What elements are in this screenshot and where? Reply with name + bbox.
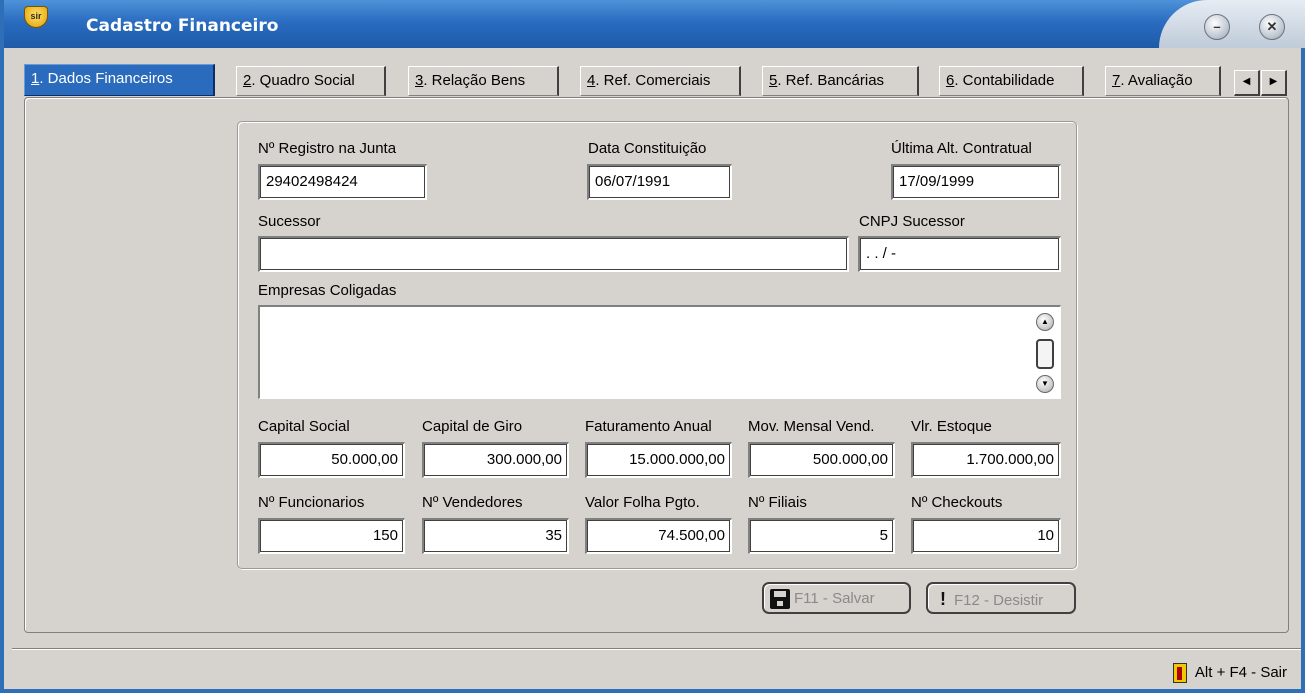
coligadas-label: Empresas Coligadas [258,282,397,299]
close-icon[interactable]: ✕ [1259,14,1285,40]
ultima-alt-field[interactable]: 17/09/1999 [891,164,1061,200]
folha-label: Valor Folha Pgto. [585,494,700,511]
sir-app-icon[interactable]: sir [24,6,48,28]
title-bar: sir Cadastro Financeiro – ✕ [4,0,1305,48]
ultima-alt-label: Última Alt. Contratual [891,140,1032,157]
tab-scroll-left-icon[interactable]: ◀ [1234,70,1260,96]
floppy-disk-icon [770,589,790,609]
status-separator [12,648,1301,650]
minimize-icon[interactable]: – [1204,14,1230,40]
sucessor-field[interactable] [258,236,849,272]
coligadas-textarea[interactable]: ▲ ▼ [258,305,1061,399]
filiais-field[interactable]: 5 [748,518,895,554]
tab-avaliacao[interactable]: 7. Avaliação [1105,66,1221,96]
window-title: Cadastro Financeiro [86,16,279,36]
faturamento-field[interactable]: 15.000.000,00 [585,442,732,478]
mov-mensal-field[interactable]: 500.000,00 [748,442,895,478]
filiais-label: Nº Filiais [748,494,807,511]
tab-relacao-bens[interactable]: 3. Relação Bens [408,66,559,96]
tab-quadro-social[interactable]: 2. Quadro Social [236,66,386,96]
main-window: sir Cadastro Financeiro – ✕ 1. Dados Fin… [0,0,1305,693]
faturamento-label: Faturamento Anual [585,418,712,435]
registro-label: Nº Registro na Junta [258,140,397,157]
constituicao-field[interactable]: 06/07/1991 [587,164,732,200]
capital-giro-field[interactable]: 300.000,00 [422,442,569,478]
funcionarios-label: Nº Funcionarios [258,494,365,511]
estoque-field[interactable]: 1.700.000,00 [911,442,1061,478]
exit-shortcut-label: Alt + F4 - Sair [1194,663,1287,681]
checkouts-label: Nº Checkouts [911,494,1003,511]
scroll-thumb[interactable] [1036,339,1054,369]
save-button-label: F11 - Salvar [794,589,875,607]
save-button[interactable]: F11 - Salvar [762,582,911,614]
tab-scroll: ◀ ▶ [1234,70,1290,96]
capital-giro-label: Capital de Giro [422,418,523,435]
exit-door-icon [1172,663,1187,683]
funcionarios-field[interactable]: 150 [258,518,405,554]
tab-ref-bancarias[interactable]: 5. Ref. Bancárias [762,66,919,96]
tab-scroll-right-icon[interactable]: ▶ [1261,70,1287,96]
vendedores-field[interactable]: 35 [422,518,569,554]
tab-ref-comerciais[interactable]: 4. Ref. Comerciais [580,66,741,96]
cancel-button[interactable]: ! F12 - Desistir [926,582,1076,614]
exclamation-icon: ! [940,589,946,609]
capital-social-label: Capital Social [258,418,350,435]
cnpj-sucessor-field[interactable]: . . / - [858,236,1061,272]
folha-field[interactable]: 74.500,00 [585,518,732,554]
mov-mensal-label: Mov. Mensal Vend. [748,418,875,435]
sucessor-label: Sucessor [258,213,321,230]
cnpj-sucessor-label: CNPJ Sucessor [859,213,965,230]
tab-contabilidade[interactable]: 6. Contabilidade [939,66,1084,96]
exit-shortcut[interactable]: Alt + F4 - Sair [1172,663,1287,683]
scroll-up-icon[interactable]: ▲ [1036,313,1054,331]
checkouts-field[interactable]: 10 [911,518,1061,554]
constituicao-label: Data Constituição [588,140,707,157]
registro-field[interactable]: 29402498424 [258,164,427,200]
coligadas-scrollbar[interactable]: ▲ ▼ [1036,313,1054,393]
estoque-label: Vlr. Estoque [911,418,992,435]
scroll-down-icon[interactable]: ▼ [1036,375,1054,393]
tab-dados-financeiros[interactable]: 1. Dados Financeiros [24,64,215,96]
vendedores-label: Nº Vendedores [422,494,523,511]
capital-social-field[interactable]: 50.000,00 [258,442,405,478]
cancel-button-label: F12 - Desistir [954,592,1044,609]
